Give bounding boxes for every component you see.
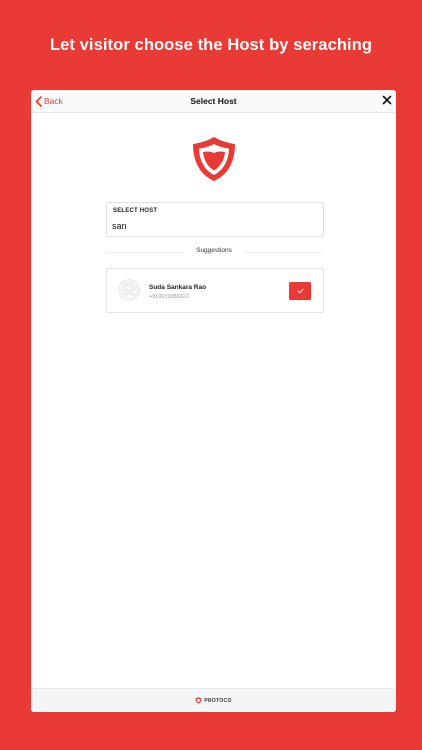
footer-bar: PROTOCO [31,688,396,712]
protoco-logo-icon [195,697,202,704]
select-host-label: SELECT HOST [113,208,158,214]
user-avatar-icon [118,279,140,301]
host-suggestion-item[interactable]: Suda Sankara Rao +919019955622 [106,268,324,313]
shield-logo-icon [193,137,235,181]
close-icon[interactable] [382,95,392,105]
suggestions-divider: Suggestions [106,247,322,257]
divider-line-right [244,252,322,253]
page-title: Select Host [190,96,237,106]
select-host-window: Back Select Host SELECT HOST Suggestions… [31,90,396,712]
host-search-input[interactable] [112,219,312,233]
select-host-button[interactable] [289,282,311,300]
check-icon [297,288,303,294]
brand-name: PROTOCO [204,697,232,704]
navigation-bar: Back Select Host [31,90,396,113]
select-host-field[interactable]: SELECT HOST [106,202,324,237]
promo-headline: Let visitor choose the Host by seraching [49,36,373,54]
suggestion-name: Suda Sankara Rao [149,284,207,291]
suggestion-phone: +919019955622 [149,294,189,300]
footer-brand: PROTOCO [31,697,396,704]
